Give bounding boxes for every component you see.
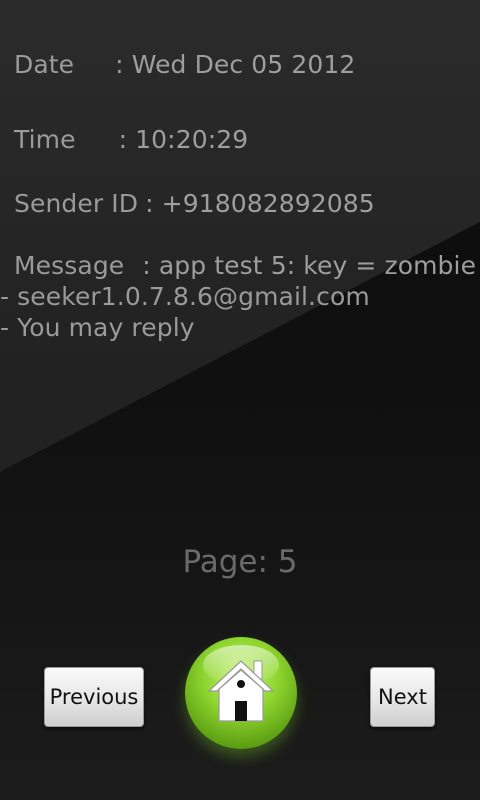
next-button[interactable]: Next [370,667,435,727]
date-label: Date [14,50,75,79]
sender-value: : +918082892085 [145,189,375,218]
message-line-3: - You may reply [0,313,195,342]
time-row: Time : 10:20:29 [14,125,248,154]
date-value: : Wed Dec 05 2012 [115,50,356,79]
message-label: Message [14,251,125,280]
previous-button[interactable]: Previous [44,667,144,727]
message-row: Message : app test 5: key = zombie [14,251,476,280]
date-row: Date : Wed Dec 05 2012 [14,50,355,79]
sender-label: Sender ID [14,189,139,218]
home-icon [207,660,275,722]
sender-row: Sender ID: +918082892085 [14,189,375,218]
home-button[interactable] [185,637,297,749]
time-value: : 10:20:29 [118,125,249,154]
message-value: : app test 5: key = zombie [142,251,477,280]
time-label: Time [14,125,76,154]
page-indicator: Page: 5 [182,544,298,580]
message-line-2: - seeker1.0.7.8.6@gmail.com [0,282,370,311]
message-viewer-screen: Date : Wed Dec 05 2012 Time : 10:20:29 Sen… [0,0,480,800]
